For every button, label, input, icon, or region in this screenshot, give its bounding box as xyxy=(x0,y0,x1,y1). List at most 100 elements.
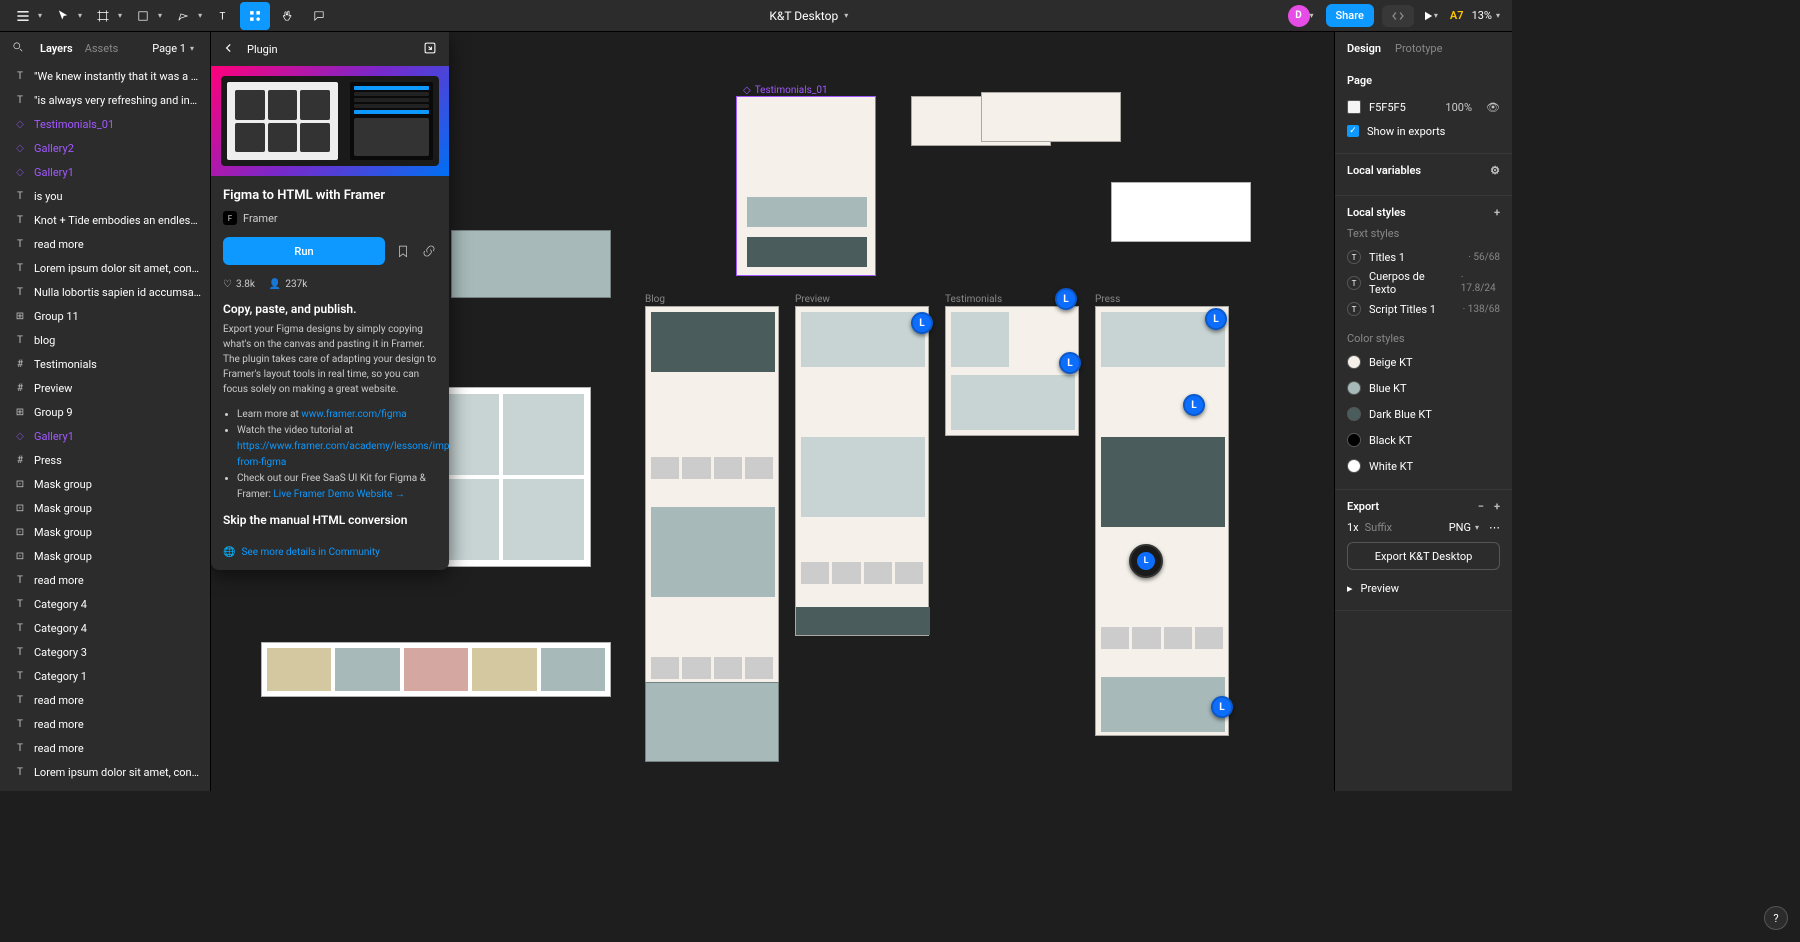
layer-item[interactable]: Tread more xyxy=(0,712,210,736)
comment-tool-icon[interactable] xyxy=(304,2,334,30)
layer-item[interactable]: TLorem ipsum dolor sit amet, conse... xyxy=(0,256,210,280)
avatar[interactable]: D xyxy=(1288,5,1310,27)
text-style-item[interactable]: TScript Titles 1 · 138/68 xyxy=(1347,296,1500,322)
layer-item[interactable]: ◇Testimonials_01 xyxy=(0,112,210,136)
search-icon[interactable] xyxy=(12,41,24,56)
back-icon[interactable] xyxy=(223,42,235,57)
expand-icon[interactable] xyxy=(423,41,437,58)
layer-item[interactable]: ⊡Mask group xyxy=(0,496,210,520)
layer-item[interactable]: T"We knew instantly that it was a v... xyxy=(0,64,210,88)
canvas[interactable]: ◇ Testimonials_01 Blog Preview Testimoni… xyxy=(211,32,1334,791)
zoom-control[interactable]: 13%▾ xyxy=(1472,9,1504,22)
chevron-down-icon[interactable]: ▾ xyxy=(198,11,206,20)
layer-item[interactable]: Tread more xyxy=(0,568,210,592)
color-swatch[interactable] xyxy=(1347,100,1361,114)
layer-item[interactable]: TCategory 1 xyxy=(0,664,210,688)
plugin-link[interactable]: Live Framer Demo Website → xyxy=(273,489,404,500)
layer-item[interactable]: #Press xyxy=(0,448,210,472)
artboard-preview[interactable] xyxy=(795,306,929,636)
run-button[interactable]: Run xyxy=(223,237,385,265)
layer-item[interactable]: #Testimonials xyxy=(0,352,210,376)
pen-tool-icon[interactable] xyxy=(168,2,198,30)
artboard-press-hero[interactable] xyxy=(1111,182,1251,242)
color-style-item[interactable]: Blue KT xyxy=(1347,375,1500,401)
artboard-press[interactable] xyxy=(1095,306,1229,736)
plus-icon[interactable]: + xyxy=(1494,206,1500,219)
chevron-down-icon[interactable]: ▾ xyxy=(38,11,46,20)
tab-layers[interactable]: Layers xyxy=(40,42,73,55)
layer-item[interactable]: ◇Gallery1 xyxy=(0,160,210,184)
present-button[interactable]: ▾ xyxy=(1422,10,1442,22)
chevron-down-icon[interactable]: ▾ xyxy=(1310,11,1318,20)
layer-item[interactable]: TNulla lobortis sapien id accumsan. xyxy=(0,280,210,304)
hand-tool-icon[interactable] xyxy=(272,2,302,30)
layer-item[interactable]: ⊡Mask group xyxy=(0,472,210,496)
minus-icon[interactable]: − xyxy=(1478,500,1484,513)
text-style-item[interactable]: TCuerpos de Texto · 17.8/24 xyxy=(1347,270,1500,296)
bookmark-icon[interactable] xyxy=(395,243,411,259)
artboard-testimonials-01[interactable] xyxy=(736,96,876,276)
artboard-footer[interactable] xyxy=(645,682,779,762)
layer-item[interactable]: ◇Gallery1 xyxy=(0,424,210,448)
artboard-testimonials[interactable] xyxy=(945,306,1079,436)
page-selector[interactable]: Page 1▾ xyxy=(152,42,198,55)
share-button[interactable]: Share xyxy=(1326,4,1374,27)
layer-item[interactable]: T"is always very refreshing and insp... xyxy=(0,88,210,112)
layer-item[interactable]: TCategory 4 xyxy=(0,592,210,616)
artboard-quote2[interactable] xyxy=(981,92,1121,142)
text-tool-icon[interactable]: T xyxy=(208,2,238,30)
show-exports-row[interactable]: ✓ Show in exports xyxy=(1347,119,1500,143)
color-style-item[interactable]: Black KT xyxy=(1347,427,1500,453)
chevron-down-icon[interactable]: ▾ xyxy=(78,11,86,20)
shape-tool-icon[interactable] xyxy=(128,2,158,30)
notifications-badge[interactable]: A7 xyxy=(1450,9,1464,22)
help-button[interactable]: ? xyxy=(1764,906,1788,930)
dev-mode-button[interactable] xyxy=(1382,5,1414,27)
plugin-link[interactable]: https://www.framer.com/academy/lessons/i… xyxy=(237,441,449,468)
eye-icon[interactable]: 👁 xyxy=(1486,101,1500,114)
plus-icon[interactable]: + xyxy=(1494,500,1500,513)
local-variables-title[interactable]: Local variables ⚙ xyxy=(1347,164,1500,177)
color-style-item[interactable]: Beige KT xyxy=(1347,349,1500,375)
plugin-link[interactable]: www.framer.com/figma xyxy=(301,409,406,420)
text-style-item[interactable]: TTitles 1 · 56/68 xyxy=(1347,244,1500,270)
layer-item[interactable]: ⊡Mask group xyxy=(0,520,210,544)
frame-label-selected[interactable]: ◇ Testimonials_01 xyxy=(743,85,828,96)
layer-item[interactable]: Tis you xyxy=(0,184,210,208)
file-title[interactable]: K&T Desktop ▾ xyxy=(334,9,1287,23)
artboard-strip[interactable] xyxy=(261,642,611,697)
menu-tool-icon[interactable] xyxy=(8,2,38,30)
page-background-row[interactable]: F5F5F5 100% 👁 xyxy=(1347,95,1500,119)
export-settings-row[interactable]: 1x Suffix PNG▾ ⋯ xyxy=(1347,521,1500,534)
color-style-item[interactable]: Dark Blue KT xyxy=(1347,401,1500,427)
community-link[interactable]: 🌐 See more details in Community xyxy=(223,547,437,558)
layer-item[interactable]: #Preview xyxy=(0,376,210,400)
plugin-author[interactable]: F Framer xyxy=(223,211,437,225)
more-icon[interactable]: ⋯ xyxy=(1489,521,1500,534)
layer-item[interactable]: TClass aptent taciti sociosqu ad lito... xyxy=(0,784,210,791)
tab-design[interactable]: Design xyxy=(1347,42,1381,55)
layer-item[interactable]: TKnot + Tide embodies an endless... xyxy=(0,208,210,232)
resources-tool-icon[interactable] xyxy=(240,2,270,30)
checkbox-icon[interactable]: ✓ xyxy=(1347,125,1359,137)
layer-item[interactable]: TCategory 3 xyxy=(0,640,210,664)
layer-item[interactable]: ⊞Group 9 xyxy=(0,400,210,424)
tab-prototype[interactable]: Prototype xyxy=(1395,42,1442,55)
frame-tool-icon[interactable] xyxy=(88,2,118,30)
chevron-down-icon[interactable]: ▾ xyxy=(844,11,852,20)
layer-item[interactable]: ⊡Mask group xyxy=(0,544,210,568)
export-button[interactable]: Export K&T Desktop xyxy=(1347,542,1500,570)
chevron-down-icon[interactable]: ▾ xyxy=(158,11,166,20)
color-style-item[interactable]: White KT xyxy=(1347,453,1500,479)
layer-item[interactable]: TLorem ipsum dolor sit amet, conse... xyxy=(0,760,210,784)
layer-item[interactable]: Tread more xyxy=(0,232,210,256)
artboard-1[interactable] xyxy=(451,230,611,298)
layer-item[interactable]: Tread more xyxy=(0,736,210,760)
move-tool-icon[interactable] xyxy=(48,2,78,30)
export-preview-row[interactable]: ▸ Preview xyxy=(1347,576,1500,600)
chevron-down-icon[interactable]: ▾ xyxy=(118,11,126,20)
layer-item[interactable]: Tblog xyxy=(0,328,210,352)
layer-item[interactable]: Tread more xyxy=(0,688,210,712)
layer-item[interactable]: ⊞Group 11 xyxy=(0,304,210,328)
layer-item[interactable]: ◇Gallery2 xyxy=(0,136,210,160)
